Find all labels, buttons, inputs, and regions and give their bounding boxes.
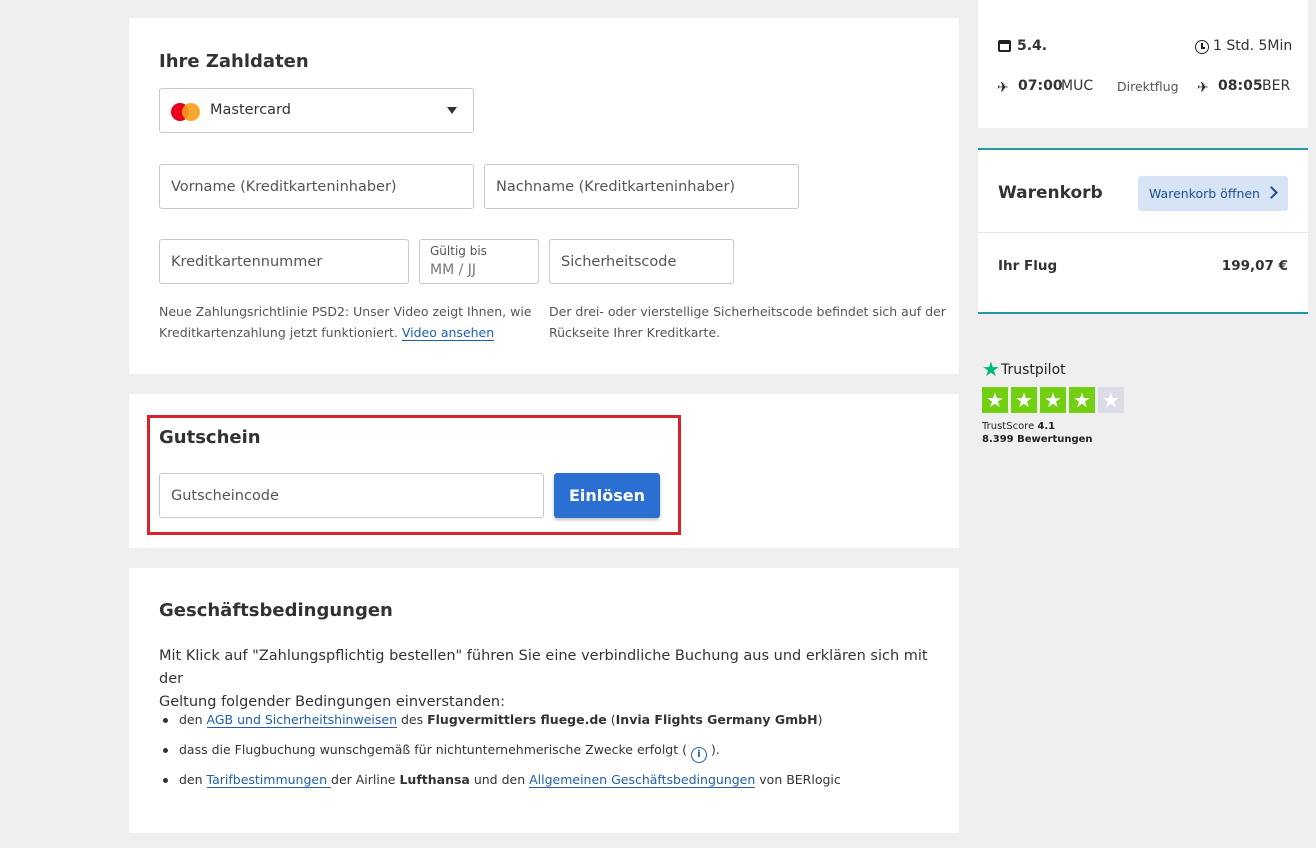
cvc-note-line2: Rückseite Ihrer Kreditkarte. [549,325,721,340]
b3-post: von BERlogic [755,772,841,787]
cart-open-label: Warenkorb öffnen [1149,186,1260,201]
trustscore-value: 4.1 [1037,421,1056,432]
bullet [163,718,168,723]
b1-pre: den [179,712,207,727]
trustscore: TrustScore 4.1 [982,421,1055,432]
terms-intro: Mit Klick auf "Zahlungspflichtig bestell… [159,645,939,714]
cardnumber-input[interactable]: Kreditkartennummer [159,239,409,284]
chevron-down-icon [447,107,457,114]
terms-intro-line2: Geltung folgender Bedingungen einverstan… [159,694,505,710]
payment-title: Ihre Zahldaten [159,51,309,72]
video-link[interactable]: Video ansehen [401,325,495,341]
takeoff-icon: ✈ [997,80,1009,96]
b3-pre: den [179,772,207,787]
rating-star-1-icon: ★ [982,387,1008,413]
cart-title: Warenkorb [998,183,1103,203]
cart-open-button[interactable]: Warenkorb öffnen [1138,176,1288,211]
b1-company: Invia Flights Germany GmbH [615,712,818,727]
departure-time: 07:00 [1018,78,1063,94]
firstname-input[interactable]: Vorname (Kreditkarteninhaber) [159,164,474,209]
terms-item-tariff: den Tarifbestimmungen der Airline Luftha… [163,772,841,788]
cart-divider [978,232,1308,233]
cardnumber-placeholder: Kreditkartennummer [171,253,323,270]
b1-mid2: ( [606,712,616,727]
b1-post: ) [817,712,823,727]
voucher-placeholder: Gutscheincode [171,487,279,504]
rating-star-4-icon: ★ [1069,387,1095,413]
cvc-input[interactable]: Sicherheitscode [549,239,734,284]
agb-link[interactable]: AGB und Sicherheitshinweisen [206,712,397,728]
info-icon[interactable]: i [690,747,707,763]
tariff-link[interactable]: Tarifbestimmungen [206,772,332,788]
trustpilot-star-icon: ★ [982,357,1000,381]
flight-type: Direktflug [1117,79,1179,94]
arrival-time: 08:05 [1218,78,1263,94]
terms-item-agb: den AGB und Sicherheitshinweisen des Flu… [163,712,823,728]
card-type-select[interactable]: Mastercard [159,88,474,133]
rating-star-3-icon: ★ [1040,387,1066,413]
card-type-value: Mastercard [210,102,291,118]
cart-item-label: Ihr Flug [998,258,1058,274]
chevron-right-icon [1265,186,1278,199]
arrival-airport: BER [1262,78,1291,94]
voucher-input[interactable]: Gutscheincode [159,473,544,518]
terms-intro-line1: Mit Klick auf "Zahlungspflichtig bestell… [159,648,928,687]
cvc-placeholder: Sicherheitscode [561,253,677,270]
terms-item-purpose: dass die Flugbuchung wunschgemäß für nic… [163,742,720,763]
b3-mid2: und den [469,772,530,787]
b2-text: dass die Flugbuchung wunschgemäß für nic… [179,742,687,757]
lastname-placeholder: Nachname (Kreditkarteninhaber) [496,178,736,195]
psd2-note-line2: Kreditkartenzahlung jetzt funktioniert. [159,325,398,340]
review-count: 8.399 Bewertungen [982,434,1093,445]
psd2-note: Neue Zahlungsrichtlinie PSD2: Unser Vide… [159,301,539,343]
expiry-input[interactable]: Gültig bis MM / JJ [419,239,539,284]
trustpilot-brand[interactable]: Trustpilot [1001,362,1066,378]
firstname-placeholder: Vorname (Kreditkarteninhaber) [171,178,397,195]
b2-post: ). [710,742,720,757]
trustscore-label: TrustScore [982,421,1035,432]
bullet [163,748,168,753]
calendar-icon [998,40,1011,52]
psd2-note-line1: Neue Zahlungsrichtlinie PSD2: Unser Vide… [159,304,532,319]
clock-icon [1195,40,1209,54]
redeem-button[interactable]: Einlösen [554,473,660,518]
voucher-title: Gutschein [159,427,261,448]
b3-mid: der Airline [331,772,400,787]
b1-mid: des [397,712,428,727]
rating-star-2-icon: ★ [1011,387,1037,413]
flight-date: 5.4. [1017,38,1048,54]
departure-airport: MUC [1061,78,1094,94]
expiry-label: Gültig bis [430,244,487,258]
gtc-link[interactable]: Allgemeinen Geschäftsbedingungen [529,772,756,788]
flight-duration: 1 Std. 5Min [1213,38,1293,54]
cvc-note-line1: Der drei- oder vierstellige Sicherheitsc… [549,304,946,319]
b3-airline: Lufthansa [399,772,470,787]
cart-item-price: 199,07 € [1221,258,1288,274]
lastname-input[interactable]: Nachname (Kreditkarteninhaber) [484,164,799,209]
rating-star-5-icon: ★ [1098,387,1124,413]
mastercard-icon [171,103,201,121]
bullet [163,778,168,783]
cvc-note: Der drei- oder vierstellige Sicherheitsc… [549,301,949,343]
cart-card [978,148,1308,314]
expiry-placeholder: MM / JJ [430,262,477,278]
terms-title: Geschäftsbedingungen [159,600,393,621]
b1-broker: Flugvermittlers fluege.de [427,712,607,727]
landing-icon: ✈ [1197,80,1209,96]
flight-summary-card [978,0,1308,128]
